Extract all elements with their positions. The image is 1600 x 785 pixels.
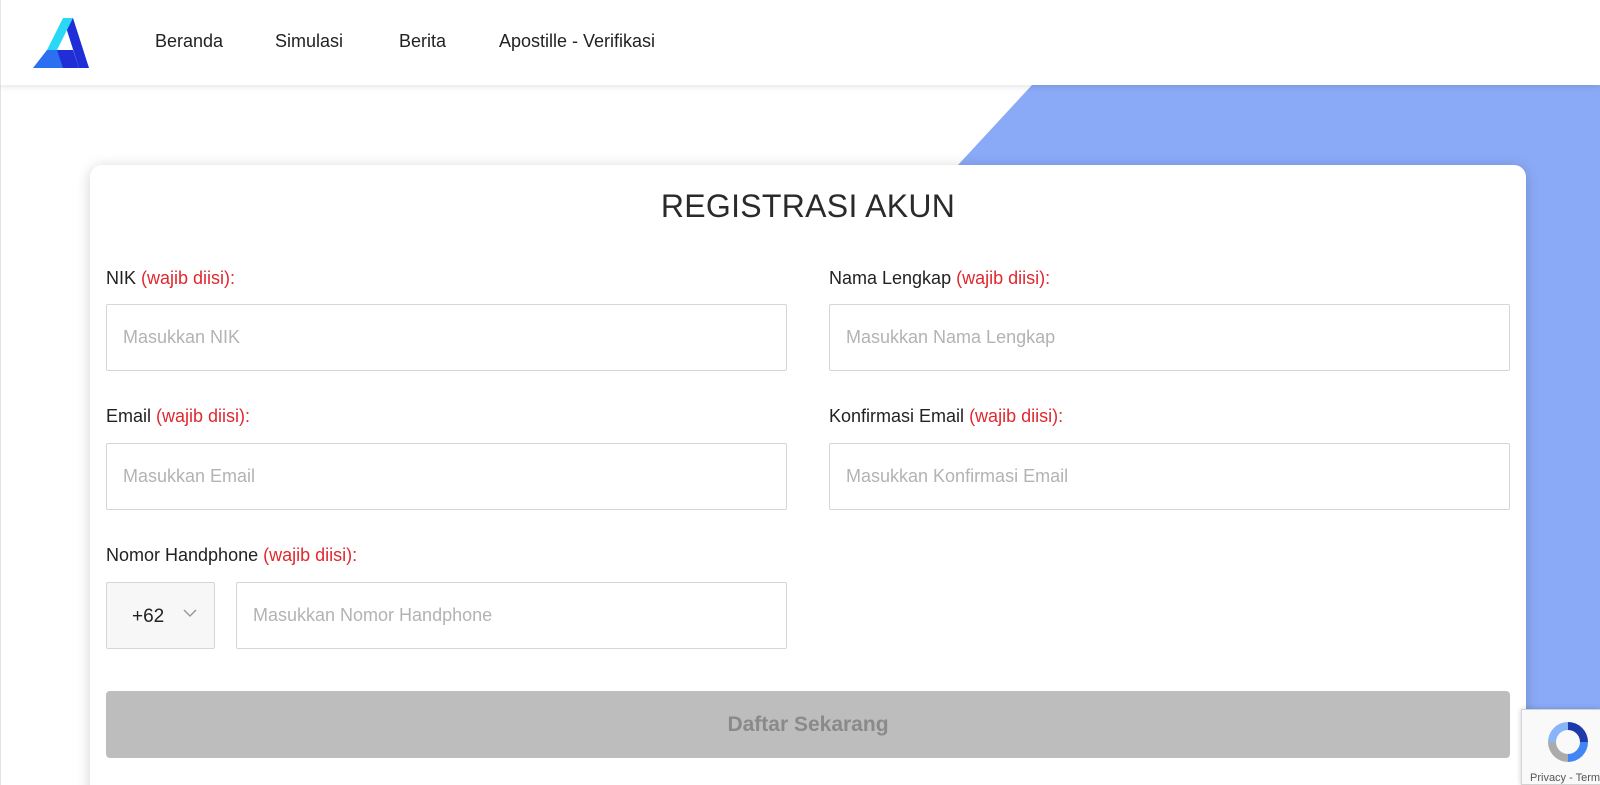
email-confirm-label-text: Konfirmasi Email [829,406,965,426]
phone-label: Nomor Handphone (wajib diisi): [106,545,357,566]
registration-card: REGISTRASI AKUN NIK (wajib diisi): Nama … [90,165,1526,785]
required-note: (wajib diisi): [156,406,251,426]
required-note: (wajib diisi): [141,268,236,288]
chevron-down-icon [183,609,197,618]
email-input[interactable] [106,443,787,510]
country-code-select[interactable]: +62 [106,582,215,649]
required-note: (wajib diisi): [969,406,1064,426]
recaptcha-icon [1548,722,1588,762]
full-name-label: Nama Lengkap (wajib diisi): [829,268,1050,289]
nav-link-beranda[interactable]: Beranda [155,31,223,52]
required-note: (wajib diisi): [263,545,358,565]
register-button[interactable]: Daftar Sekarang [106,691,1510,758]
email-label-text: Email [106,406,152,426]
email-confirm-input[interactable] [829,443,1510,510]
nav-link-apostille-verifikasi[interactable]: Apostille - Verifikasi [499,31,655,52]
nik-label-text: NIK [106,268,137,288]
recaptcha-privacy-terms[interactable]: Privacy - Terms [1530,772,1600,784]
full-name-label-text: Nama Lengkap [829,268,952,288]
required-note: (wajib diisi): [956,268,1051,288]
nav-link-berita[interactable]: Berita [399,31,446,52]
phone-input[interactable] [236,582,787,649]
email-confirm-label: Konfirmasi Email (wajib diisi): [829,406,1063,427]
page-left-border [0,85,1,785]
nik-input[interactable] [106,304,787,371]
page-title: REGISTRASI AKUN [660,188,956,224]
country-code-value: +62 [132,606,165,627]
top-navbar: Beranda Simulasi Berita Apostille - Veri… [0,0,1600,85]
email-label: Email (wajib diisi): [106,406,250,427]
nik-label: NIK (wajib diisi): [106,268,235,289]
brand-logo-icon[interactable] [33,18,89,70]
full-name-input[interactable] [829,304,1510,371]
recaptcha-badge[interactable]: Privacy - Terms [1521,709,1600,785]
nav-link-simulasi[interactable]: Simulasi [275,31,343,52]
phone-label-text: Nomor Handphone [106,545,259,565]
